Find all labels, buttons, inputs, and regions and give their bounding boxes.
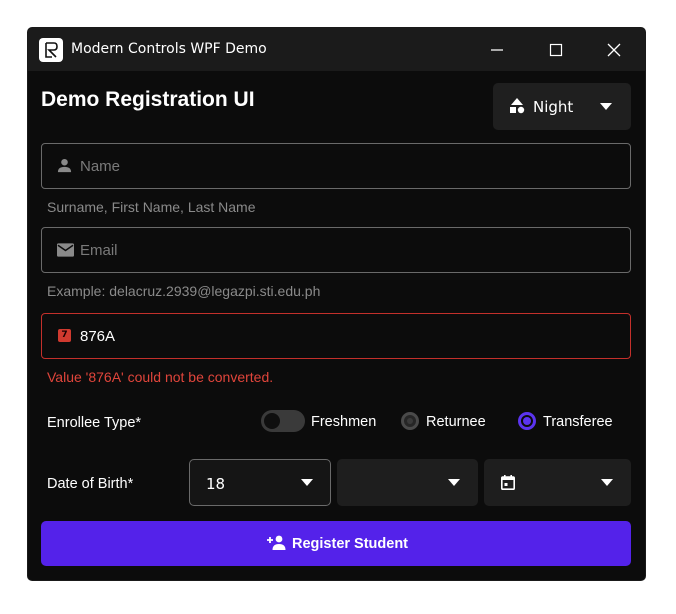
student-number-field[interactable]: 7 xyxy=(41,313,631,359)
validation-error: Value '876A' could not be converted. xyxy=(47,369,274,385)
window-title: Modern Controls WPF Demo xyxy=(71,41,267,57)
freshmen-toggle[interactable] xyxy=(261,410,305,432)
chevron-down-icon xyxy=(600,103,612,110)
email-hint: Example: delacruz.2939@legazpi.sti.edu.p… xyxy=(47,283,321,299)
day-value: 18 xyxy=(206,475,226,493)
minimize-button[interactable] xyxy=(469,28,525,71)
theme-value: Night xyxy=(533,98,574,116)
register-student-button[interactable]: Register Student xyxy=(41,521,631,566)
theme-dropdown[interactable]: Night xyxy=(493,83,631,130)
calendar-icon xyxy=(501,475,515,490)
name-field[interactable] xyxy=(41,143,631,189)
transferee-label: Transferee xyxy=(543,414,613,430)
email-input[interactable] xyxy=(80,228,610,272)
freshmen-label: Freshmen xyxy=(311,414,377,430)
transferee-radio[interactable] xyxy=(518,412,536,430)
close-button[interactable] xyxy=(586,28,642,71)
name-hint: Surname, First Name, Last Name xyxy=(47,199,256,215)
enrollee-type-label: Enrollee Type* xyxy=(47,415,142,431)
name-input[interactable] xyxy=(80,144,610,188)
app-window: Modern Controls WPF Demo Demo Registrati… xyxy=(28,28,645,580)
year-dropdown[interactable] xyxy=(484,459,631,506)
shapes-icon xyxy=(510,98,525,114)
person-icon xyxy=(57,158,72,173)
returnee-radio[interactable] xyxy=(401,412,419,430)
maximize-icon xyxy=(549,43,563,56)
email-field[interactable] xyxy=(41,227,631,273)
error-badge-icon: 7 xyxy=(58,329,71,342)
chevron-down-icon xyxy=(601,479,613,486)
chevron-down-icon xyxy=(301,479,313,486)
register-label: Register Student xyxy=(292,536,409,552)
close-icon xyxy=(607,43,621,56)
dob-label: Date of Birth* xyxy=(47,476,134,492)
day-dropdown[interactable]: 18 xyxy=(189,459,331,506)
student-number-input[interactable] xyxy=(80,314,610,358)
returnee-label: Returnee xyxy=(426,414,486,430)
chevron-down-icon xyxy=(448,479,460,486)
mail-icon xyxy=(57,243,74,257)
title-bar: Modern Controls WPF Demo xyxy=(28,28,645,71)
app-logo-icon xyxy=(39,38,63,62)
toggle-knob xyxy=(264,413,280,429)
page-title: Demo Registration UI xyxy=(41,88,255,111)
month-dropdown[interactable] xyxy=(337,459,478,506)
maximize-button[interactable] xyxy=(528,28,584,71)
add-person-icon xyxy=(267,535,286,550)
minimize-icon xyxy=(491,48,503,51)
